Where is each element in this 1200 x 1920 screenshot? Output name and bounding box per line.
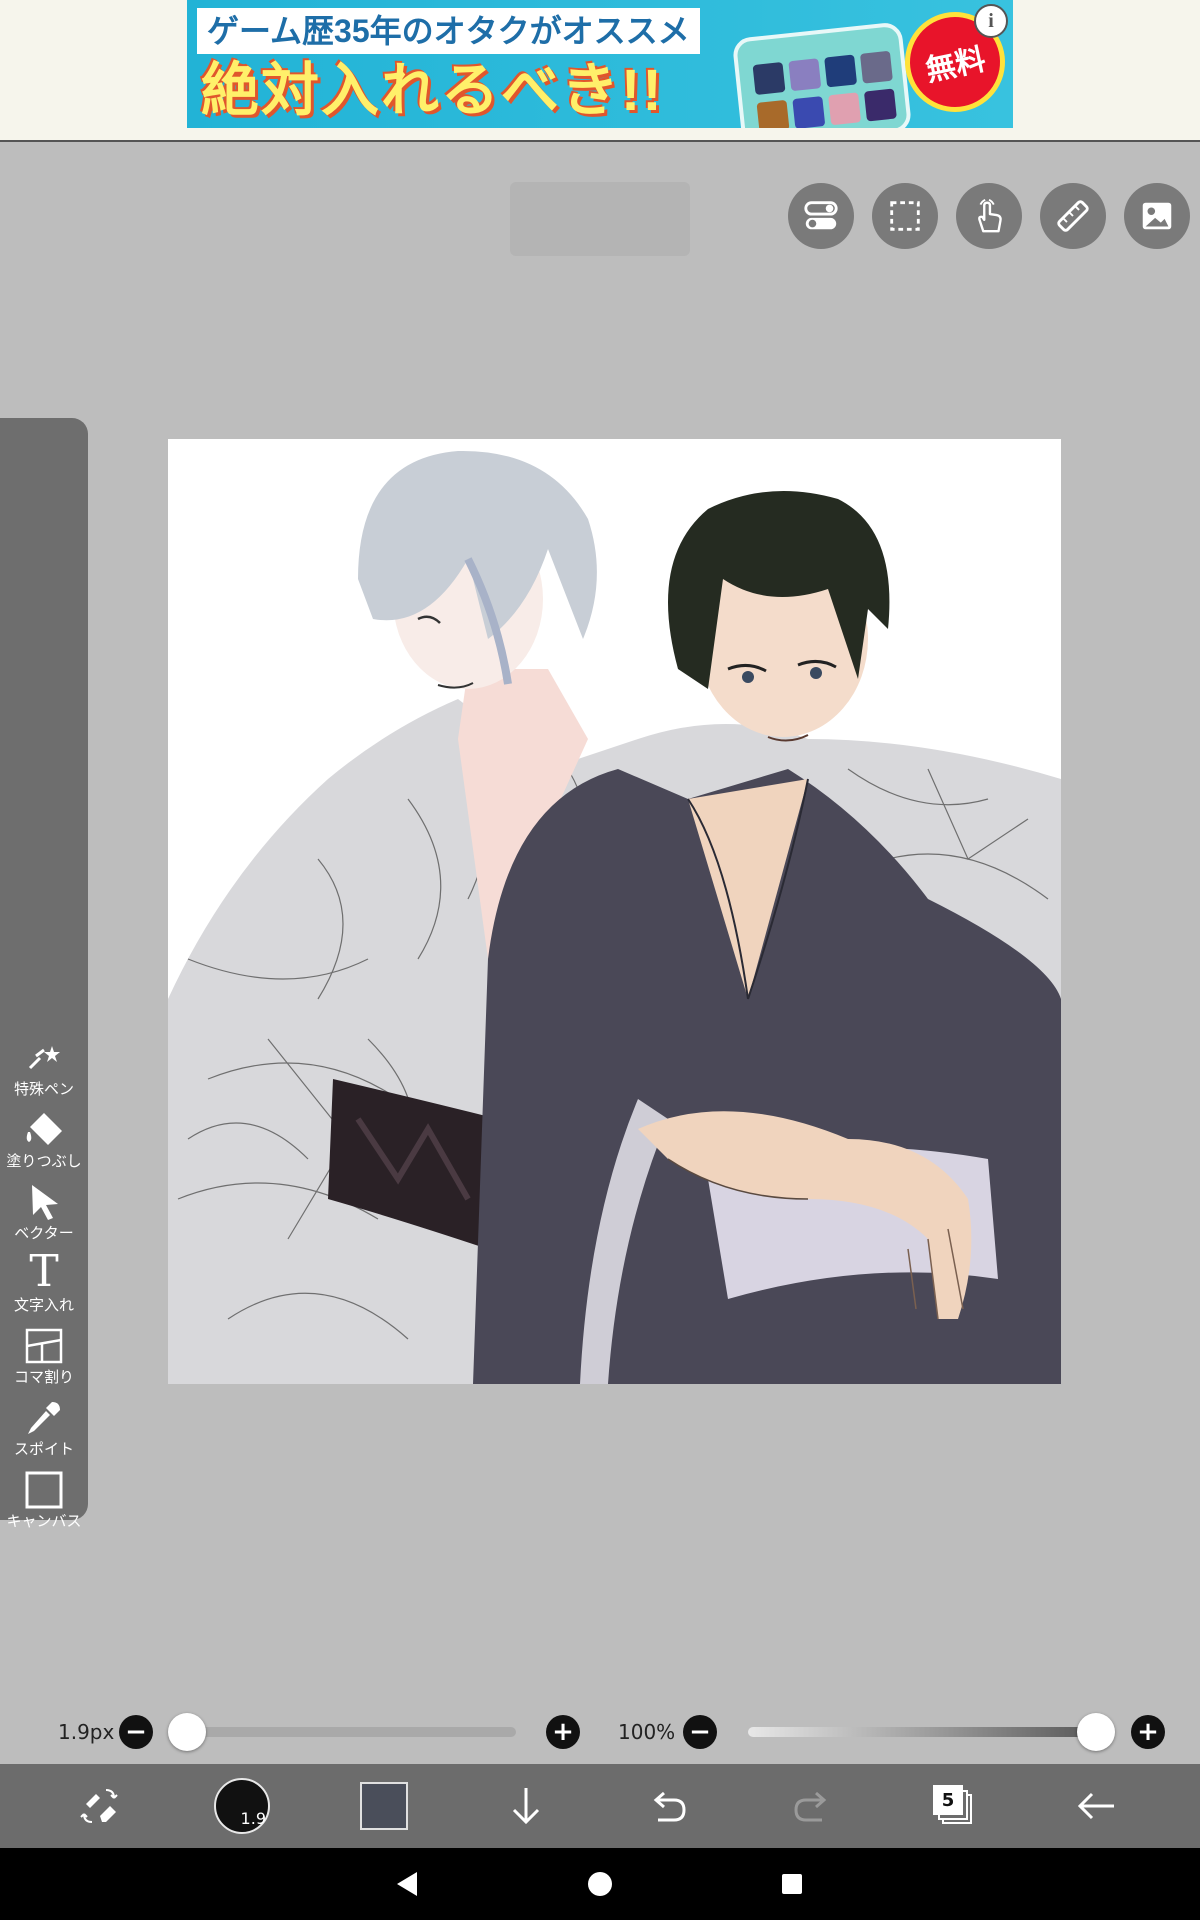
undo-icon (653, 1791, 686, 1822)
image-button[interactable] (1124, 183, 1190, 249)
back-button[interactable] (1036, 1764, 1156, 1848)
brush-size-button[interactable]: 1.9 (182, 1764, 302, 1848)
tool-label: 塗りつぶし (6, 1152, 82, 1170)
special-pen-icon (28, 1046, 60, 1070)
layer-count: 5 (933, 1785, 963, 1815)
ad-headline: ゲーム歴35年のオタクがオススメ (197, 8, 700, 54)
redo-icon (794, 1791, 827, 1822)
brush-size-plus-button[interactable]: + (546, 1715, 580, 1749)
toggle-button[interactable] (788, 183, 854, 249)
left-toolbar: 特殊ペン 塗りつぶし ベクター T 文字入れ コマ割り スポイト キャンバス (0, 418, 88, 1530)
slider-row: 1.9px − + 100% − + (0, 1712, 1200, 1752)
tool-text[interactable]: T 文字入れ (0, 1242, 88, 1315)
layers-button[interactable]: 5 (894, 1764, 1014, 1848)
system-navigation-bar (0, 1848, 1200, 1920)
selection-icon (890, 201, 920, 231)
brush-size-value: 1.9px (58, 1720, 115, 1744)
opacity-minus-button[interactable]: − (683, 1715, 717, 1749)
nav-recents-button[interactable] (770, 1862, 814, 1906)
nav-recents-icon (782, 1874, 802, 1894)
tool-label: 特殊ペン (13, 1080, 74, 1098)
vector-icon (32, 1185, 58, 1220)
nav-back-button[interactable] (386, 1862, 430, 1906)
image-icon (1142, 202, 1172, 230)
toggle-icon (804, 201, 838, 230)
artwork (168, 450, 1061, 1384)
brush-size-badge: 1.9 (240, 1809, 266, 1828)
fill-icon (26, 1113, 62, 1145)
ad-banner[interactable]: ゲーム歴35年のオタクがオススメ 絶対入れるべき!! 無料 (187, 0, 1013, 128)
text-icon: T (29, 1246, 59, 1297)
minus-icon: − (125, 1717, 147, 1747)
ruler-icon (1057, 200, 1089, 232)
brush-preview-icon: 1.9 (214, 1778, 270, 1834)
hand-icon (978, 198, 1002, 233)
tool-canvas[interactable]: キャンバス (0, 1458, 88, 1530)
brush-size-slider[interactable] (180, 1727, 516, 1737)
minus-icon: − (689, 1717, 711, 1747)
nav-home-icon (588, 1872, 612, 1896)
tool-panel[interactable]: コマ割り (0, 1314, 88, 1386)
bottom-toolbar: 1.9 5 (0, 1764, 1200, 1848)
top-placeholder (510, 182, 690, 256)
tool-label: キャンバス (6, 1512, 82, 1530)
tool-eyedropper[interactable]: スポイト (0, 1386, 88, 1458)
opacity-slider-thumb[interactable] (1077, 1713, 1115, 1751)
brush-size-slider-thumb[interactable] (167, 1713, 206, 1751)
nav-home-button[interactable] (578, 1862, 622, 1906)
undo-button[interactable] (608, 1764, 728, 1848)
tool-special-pen[interactable]: 特殊ペン (0, 1026, 88, 1098)
opacity-value: 100% (618, 1720, 676, 1744)
info-icon[interactable]: i (974, 4, 1008, 38)
tool-label: 文字入れ (13, 1296, 74, 1314)
ruler-button[interactable] (1040, 183, 1106, 249)
pen-eraser-switch-icon (80, 1789, 118, 1823)
current-color-swatch (360, 1782, 408, 1830)
layers-icon: 5 (930, 1782, 978, 1830)
hand-button[interactable] (956, 183, 1022, 249)
plus-icon: + (552, 1717, 574, 1747)
pen-eraser-switch-button[interactable] (40, 1764, 160, 1848)
plus-icon: + (1137, 1717, 1159, 1747)
ad-phone-image (731, 21, 913, 128)
tool-label: ベクター (14, 1224, 74, 1242)
ad-tagline: 絶対入れるべき!! (201, 58, 664, 123)
panel-icon (25, 1328, 63, 1364)
tool-label: スポイト (13, 1440, 74, 1458)
tool-vector[interactable]: ベクター (0, 1170, 88, 1242)
nav-back-icon (397, 1872, 417, 1896)
tool-label: コマ割り (13, 1368, 74, 1386)
opacity-slider[interactable] (748, 1727, 1096, 1737)
color-picker-button[interactable] (324, 1764, 444, 1848)
ad-area: ゲーム歴35年のオタクがオススメ 絶対入れるべき!! 無料 i (0, 0, 1200, 142)
eyedropper-icon (28, 1402, 60, 1434)
download-button[interactable] (466, 1764, 586, 1848)
arrow-down-icon (512, 1788, 540, 1825)
redo-button[interactable] (752, 1764, 872, 1848)
brush-size-minus-button[interactable]: − (119, 1715, 153, 1749)
drawing-canvas[interactable] (168, 439, 1061, 1384)
tool-fill[interactable]: 塗りつぶし (0, 1098, 88, 1170)
arrow-left-icon (1077, 1792, 1114, 1820)
selection-button[interactable] (872, 183, 938, 249)
canvas-icon (25, 1471, 63, 1509)
opacity-plus-button[interactable]: + (1131, 1715, 1165, 1749)
